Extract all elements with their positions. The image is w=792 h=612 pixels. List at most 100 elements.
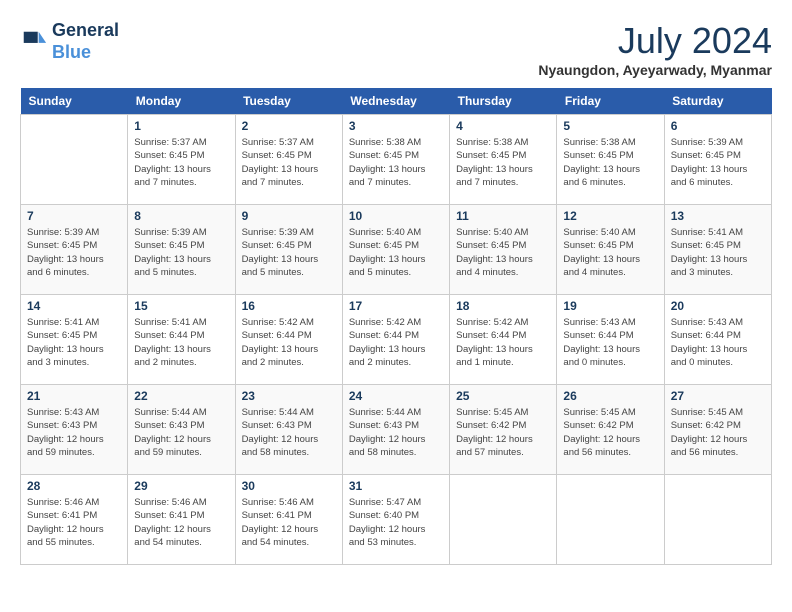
calendar-cell: 30 Sunrise: 5:46 AM Sunset: 6:41 PM Dayli… — [235, 475, 342, 565]
calendar-week-2: 7Sunrise: 5:39 AM Sunset: 6:45 PM Daylig… — [21, 205, 772, 295]
day-info: Sunrise: 5:42 AM Sunset: 6:44 PM Dayligh… — [456, 316, 550, 369]
day-number: 6 — [671, 119, 765, 133]
calendar-week-1: 1Sunrise: 5:37 AM Sunset: 6:45 PM Daylig… — [21, 115, 772, 205]
weekday-row: SundayMondayTuesdayWednesdayThursdayFrid… — [21, 88, 772, 115]
day-info: Sunrise: 5:41 AM Sunset: 6:45 PM Dayligh… — [27, 316, 121, 369]
day-info: Sunrise: 5:45 AM Sunset: 6:42 PM Dayligh… — [671, 406, 765, 459]
day-number: 13 — [671, 209, 765, 223]
day-number: 26 — [563, 389, 657, 403]
day-info: Sunrise: 5:39 AM Sunset: 6:45 PM Dayligh… — [134, 226, 228, 279]
day-number: 29 — [134, 479, 228, 493]
calendar-header: SundayMondayTuesdayWednesdayThursdayFrid… — [21, 88, 772, 115]
day-number: 2 — [242, 119, 336, 133]
day-info: Sunrise: 5:39 AM Sunset: 6:45 PM Dayligh… — [242, 226, 336, 279]
calendar-cell: 31 Sunrise: 5:47 AM Sunset: 6:40 PM Dayli… — [342, 475, 449, 565]
day-info: Sunrise: 5:38 AM Sunset: 6:45 PM Dayligh… — [349, 136, 443, 189]
day-info: Sunrise: 5:38 AM Sunset: 6:45 PM Dayligh… — [456, 136, 550, 189]
day-info: Sunrise: 5:38 AM Sunset: 6:45 PM Dayligh… — [563, 136, 657, 189]
weekday-header-wednesday: Wednesday — [342, 88, 449, 115]
day-number: 11 — [456, 209, 550, 223]
calendar-cell: 2Sunrise: 5:37 AM Sunset: 6:45 PM Daylig… — [235, 115, 342, 205]
day-info: Sunrise: 5:40 AM Sunset: 6:45 PM Dayligh… — [563, 226, 657, 279]
day-number: 9 — [242, 209, 336, 223]
day-number: 18 — [456, 299, 550, 313]
calendar-cell: 18 Sunrise: 5:42 AM Sunset: 6:44 PM Dayli… — [450, 295, 557, 385]
calendar-cell: 28 Sunrise: 5:46 AM Sunset: 6:41 PM Dayli… — [21, 475, 128, 565]
calendar-cell: 25Sunrise: 5:45 AM Sunset: 6:42 PM Dayli… — [450, 385, 557, 475]
calendar-cell: 19Sunrise: 5:43 AM Sunset: 6:44 PM Dayli… — [557, 295, 664, 385]
calendar-cell: 14 Sunrise: 5:41 AM Sunset: 6:45 PM Dayli… — [21, 295, 128, 385]
day-info: Sunrise: 5:40 AM Sunset: 6:45 PM Dayligh… — [349, 226, 443, 279]
day-number: 21 — [27, 389, 121, 403]
day-number: 12 — [563, 209, 657, 223]
day-number: 14 — [27, 299, 121, 313]
month-year: July 2024 — [538, 20, 772, 62]
day-number: 23 — [242, 389, 336, 403]
calendar-cell: 12 Sunrise: 5:40 AM Sunset: 6:45 PM Dayli… — [557, 205, 664, 295]
day-number: 24 — [349, 389, 443, 403]
calendar-cell: 22Sunrise: 5:44 AM Sunset: 6:43 PM Dayli… — [128, 385, 235, 475]
calendar-cell: 7Sunrise: 5:39 AM Sunset: 6:45 PM Daylig… — [21, 205, 128, 295]
calendar-cell: 11 Sunrise: 5:40 AM Sunset: 6:45 PM Dayli… — [450, 205, 557, 295]
calendar-cell — [450, 475, 557, 565]
day-info: Sunrise: 5:44 AM Sunset: 6:43 PM Dayligh… — [242, 406, 336, 459]
logo-line1: General — [52, 20, 119, 42]
calendar-cell — [557, 475, 664, 565]
calendar-cell: 24Sunrise: 5:44 AM Sunset: 6:43 PM Dayli… — [342, 385, 449, 475]
day-number: 28 — [27, 479, 121, 493]
weekday-header-monday: Monday — [128, 88, 235, 115]
calendar-cell: 9 Sunrise: 5:39 AM Sunset: 6:45 PM Daylig… — [235, 205, 342, 295]
day-info: Sunrise: 5:46 AM Sunset: 6:41 PM Dayligh… — [27, 496, 121, 549]
day-info: Sunrise: 5:42 AM Sunset: 6:44 PM Dayligh… — [349, 316, 443, 369]
calendar-cell — [21, 115, 128, 205]
calendar-cell: 17Sunrise: 5:42 AM Sunset: 6:44 PM Dayli… — [342, 295, 449, 385]
calendar-cell: 3 Sunrise: 5:38 AM Sunset: 6:45 PM Daylig… — [342, 115, 449, 205]
page-header: General Blue July 2024 Nyaungdon, Ayeyar… — [20, 20, 772, 78]
day-info: Sunrise: 5:43 AM Sunset: 6:44 PM Dayligh… — [671, 316, 765, 369]
calendar-cell: 26 Sunrise: 5:45 AM Sunset: 6:42 PM Dayli… — [557, 385, 664, 475]
weekday-header-sunday: Sunday — [21, 88, 128, 115]
logo-text: General Blue — [52, 20, 119, 63]
calendar-cell: 29 Sunrise: 5:46 AM Sunset: 6:41 PM Dayli… — [128, 475, 235, 565]
day-info: Sunrise: 5:41 AM Sunset: 6:44 PM Dayligh… — [134, 316, 228, 369]
day-number: 25 — [456, 389, 550, 403]
day-info: Sunrise: 5:40 AM Sunset: 6:45 PM Dayligh… — [456, 226, 550, 279]
day-info: Sunrise: 5:37 AM Sunset: 6:45 PM Dayligh… — [134, 136, 228, 189]
day-number: 31 — [349, 479, 443, 493]
calendar-cell: 15 Sunrise: 5:41 AM Sunset: 6:44 PM Dayli… — [128, 295, 235, 385]
calendar-week-5: 28 Sunrise: 5:46 AM Sunset: 6:41 PM Dayli… — [21, 475, 772, 565]
day-info: Sunrise: 5:46 AM Sunset: 6:41 PM Dayligh… — [134, 496, 228, 549]
day-number: 27 — [671, 389, 765, 403]
day-number: 30 — [242, 479, 336, 493]
logo-icon — [20, 28, 48, 56]
weekday-header-friday: Friday — [557, 88, 664, 115]
weekday-header-saturday: Saturday — [664, 88, 771, 115]
calendar-cell — [664, 475, 771, 565]
day-number: 8 — [134, 209, 228, 223]
weekday-header-thursday: Thursday — [450, 88, 557, 115]
calendar-cell: 13 Sunrise: 5:41 AM Sunset: 6:45 PM Dayli… — [664, 205, 771, 295]
day-info: Sunrise: 5:45 AM Sunset: 6:42 PM Dayligh… — [563, 406, 657, 459]
day-info: Sunrise: 5:46 AM Sunset: 6:41 PM Dayligh… — [242, 496, 336, 549]
day-info: Sunrise: 5:39 AM Sunset: 6:45 PM Dayligh… — [671, 136, 765, 189]
day-info: Sunrise: 5:43 AM Sunset: 6:43 PM Dayligh… — [27, 406, 121, 459]
calendar-cell: 27 Sunrise: 5:45 AM Sunset: 6:42 PM Dayli… — [664, 385, 771, 475]
day-info: Sunrise: 5:42 AM Sunset: 6:44 PM Dayligh… — [242, 316, 336, 369]
day-info: Sunrise: 5:47 AM Sunset: 6:40 PM Dayligh… — [349, 496, 443, 549]
day-info: Sunrise: 5:41 AM Sunset: 6:45 PM Dayligh… — [671, 226, 765, 279]
calendar-cell: 5Sunrise: 5:38 AM Sunset: 6:45 PM Daylig… — [557, 115, 664, 205]
title-block: July 2024 Nyaungdon, Ayeyarwady, Myanmar — [538, 20, 772, 78]
calendar-cell: 16Sunrise: 5:42 AM Sunset: 6:44 PM Dayli… — [235, 295, 342, 385]
location: Nyaungdon, Ayeyarwady, Myanmar — [538, 62, 772, 78]
day-number: 19 — [563, 299, 657, 313]
day-number: 10 — [349, 209, 443, 223]
calendar-cell: 20Sunrise: 5:43 AM Sunset: 6:44 PM Dayli… — [664, 295, 771, 385]
calendar-cell: 10 Sunrise: 5:40 AM Sunset: 6:45 PM Dayli… — [342, 205, 449, 295]
day-number: 15 — [134, 299, 228, 313]
day-number: 22 — [134, 389, 228, 403]
day-info: Sunrise: 5:39 AM Sunset: 6:45 PM Dayligh… — [27, 226, 121, 279]
calendar-week-4: 21 Sunrise: 5:43 AM Sunset: 6:43 PM Dayli… — [21, 385, 772, 475]
calendar-week-3: 14 Sunrise: 5:41 AM Sunset: 6:45 PM Dayli… — [21, 295, 772, 385]
calendar-body: 1Sunrise: 5:37 AM Sunset: 6:45 PM Daylig… — [21, 115, 772, 565]
day-number: 3 — [349, 119, 443, 133]
